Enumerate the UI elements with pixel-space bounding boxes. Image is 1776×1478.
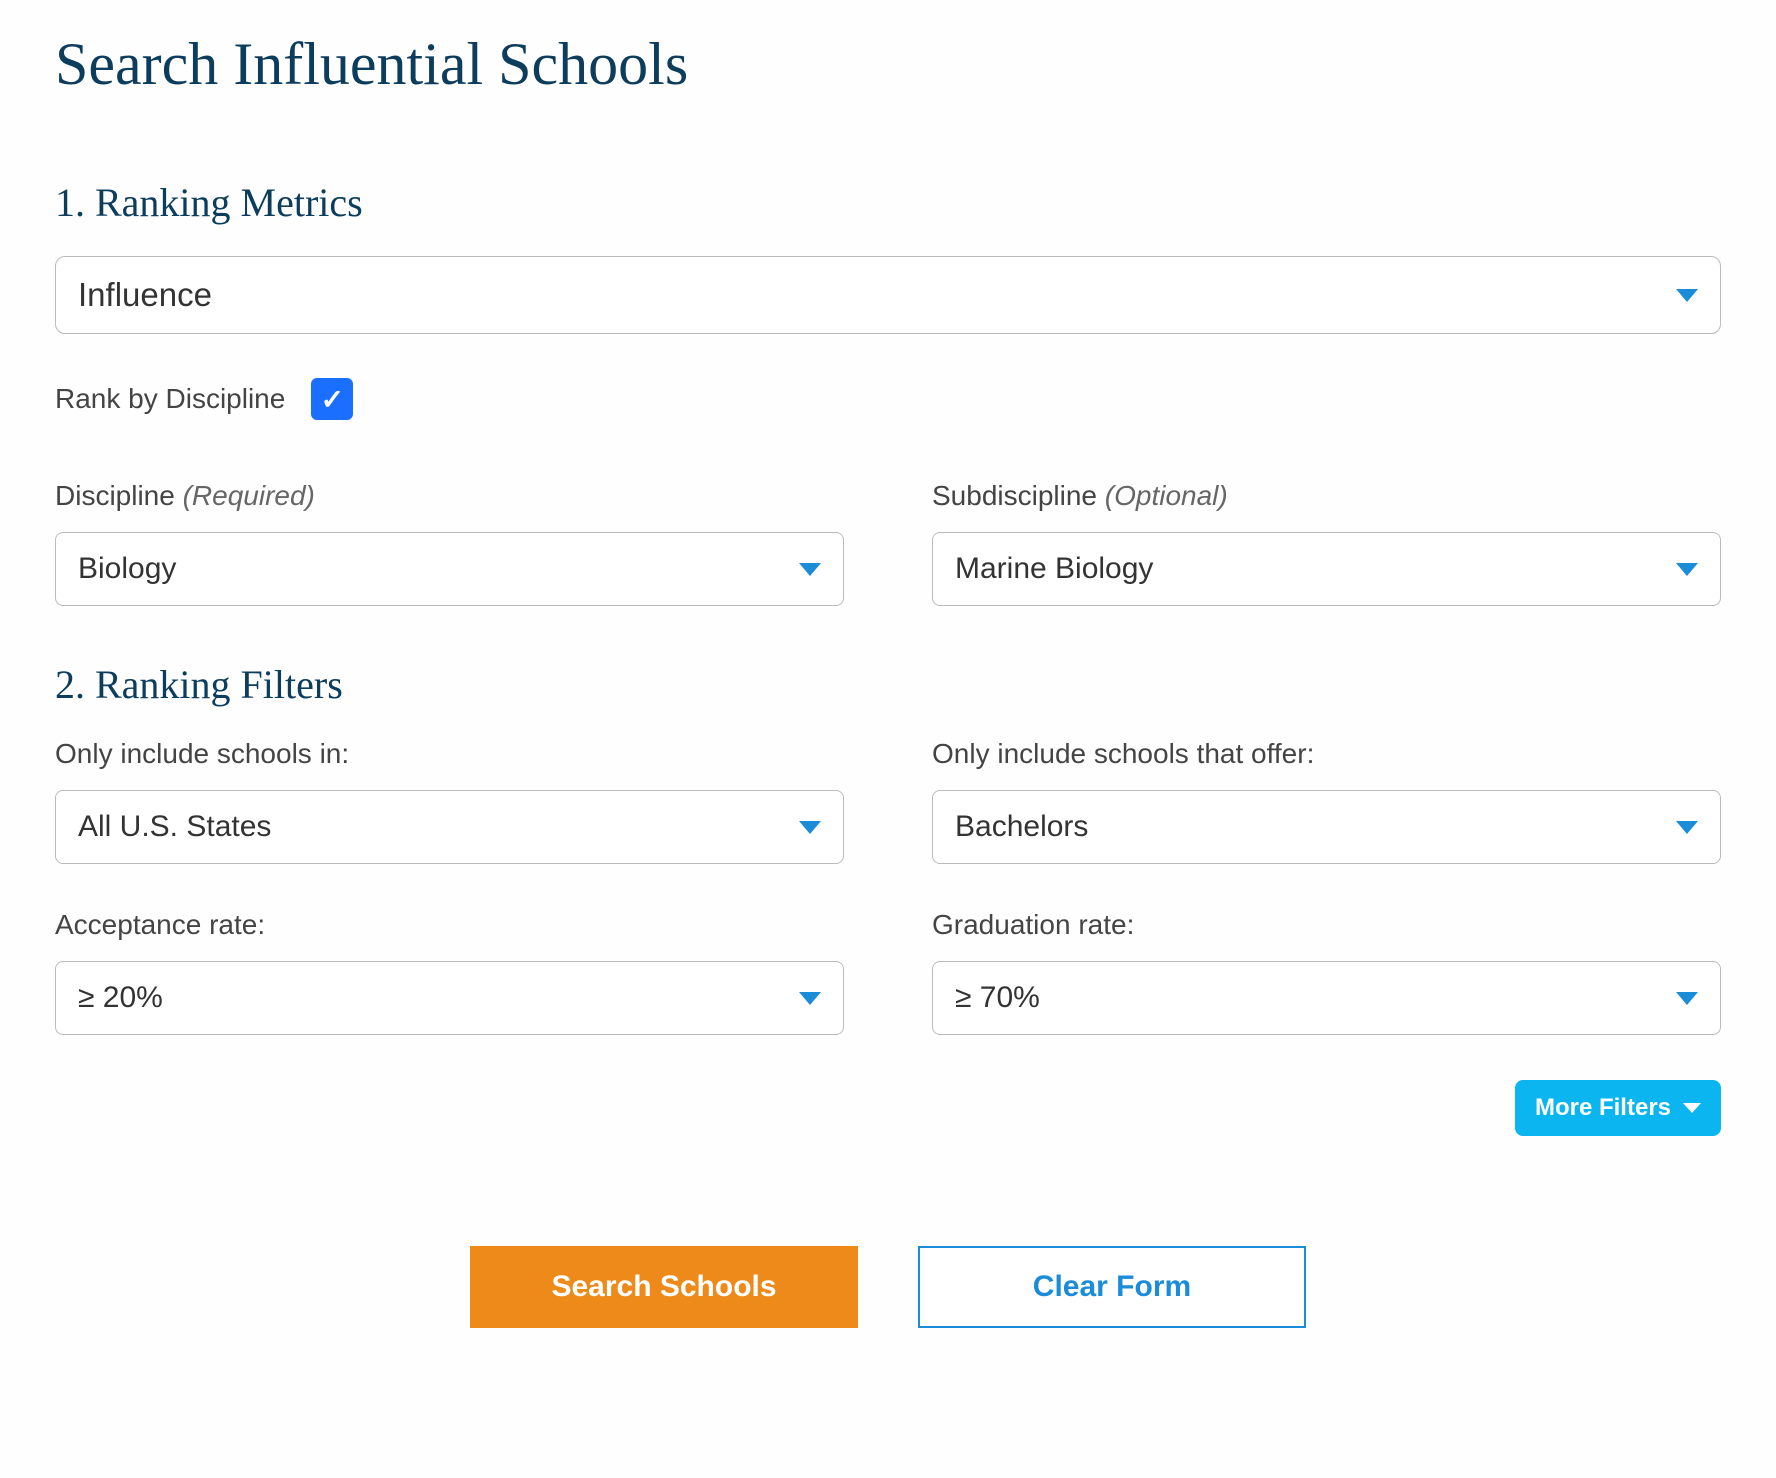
discipline-value: Biology	[78, 552, 176, 586]
graduation-rate-value: ≥ 70%	[955, 981, 1040, 1015]
location-value: All U.S. States	[78, 810, 271, 844]
location-select[interactable]: All U.S. States	[55, 790, 844, 864]
subdiscipline-label: Subdiscipline (Optional)	[932, 480, 1721, 512]
acceptance-rate-label: Acceptance rate:	[55, 909, 844, 941]
graduation-rate-label: Graduation rate:	[932, 909, 1721, 941]
discipline-label-text: Discipline	[55, 480, 175, 511]
ranking-metric-select[interactable]: Influence	[55, 256, 1721, 334]
degree-select[interactable]: Bachelors	[932, 790, 1721, 864]
subdiscipline-value: Marine Biology	[955, 552, 1153, 586]
search-schools-button[interactable]: Search Schools	[470, 1246, 858, 1328]
chevron-down-icon	[1676, 821, 1698, 834]
chevron-down-icon	[799, 821, 821, 834]
discipline-select[interactable]: Biology	[55, 532, 844, 606]
rank-by-discipline-label: Rank by Discipline	[55, 383, 285, 415]
chevron-down-icon	[1676, 992, 1698, 1005]
section-ranking-metrics-title: 1. Ranking Metrics	[55, 179, 1721, 226]
checkmark-icon: ✓	[321, 383, 344, 416]
location-filter-label: Only include schools in:	[55, 738, 844, 770]
subdiscipline-select[interactable]: Marine Biology	[932, 532, 1721, 606]
rank-by-discipline-checkbox[interactable]: ✓	[311, 378, 353, 420]
more-filters-label: More Filters	[1535, 1094, 1671, 1122]
chevron-down-icon	[799, 992, 821, 1005]
acceptance-rate-select[interactable]: ≥ 20%	[55, 961, 844, 1035]
acceptance-rate-value: ≥ 20%	[78, 981, 163, 1015]
chevron-down-icon	[1683, 1103, 1701, 1113]
graduation-rate-select[interactable]: ≥ 70%	[932, 961, 1721, 1035]
chevron-down-icon	[1676, 289, 1698, 302]
section-ranking-filters-title: 2. Ranking Filters	[55, 661, 1721, 708]
more-filters-button[interactable]: More Filters	[1515, 1080, 1721, 1136]
chevron-down-icon	[799, 563, 821, 576]
subdiscipline-label-text: Subdiscipline	[932, 480, 1097, 511]
discipline-label: Discipline (Required)	[55, 480, 844, 512]
page-title: Search Influential Schools	[55, 30, 1721, 99]
chevron-down-icon	[1676, 563, 1698, 576]
ranking-metric-value: Influence	[78, 276, 212, 314]
subdiscipline-label-hint: (Optional)	[1105, 480, 1228, 511]
discipline-label-hint: (Required)	[183, 480, 315, 511]
degree-value: Bachelors	[955, 810, 1088, 844]
clear-form-button[interactable]: Clear Form	[918, 1246, 1306, 1328]
degree-filter-label: Only include schools that offer:	[932, 738, 1721, 770]
